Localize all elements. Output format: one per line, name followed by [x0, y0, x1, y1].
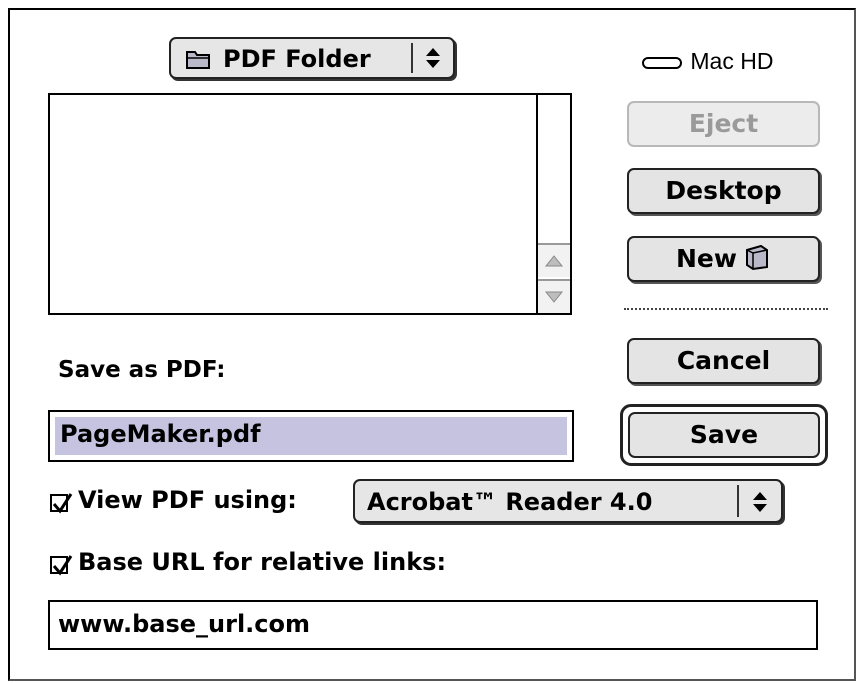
cancel-button[interactable]: Cancel: [627, 338, 820, 384]
popup-separator: [411, 43, 413, 73]
updown-arrows-icon: [419, 45, 447, 71]
eject-button[interactable]: Eject: [627, 101, 820, 147]
checkmark-icon: [52, 555, 73, 576]
new-folder-icon: [737, 238, 771, 280]
save-button[interactable]: Save: [628, 412, 820, 458]
base-url-label: Base URL for relative links:: [78, 548, 447, 576]
file-list[interactable]: [48, 93, 572, 315]
divider: [624, 308, 828, 310]
desktop-button-label: Desktop: [665, 176, 782, 205]
cancel-button-label: Cancel: [676, 346, 771, 375]
view-pdf-label: View PDF using:: [78, 486, 297, 514]
hard-drive-icon: [642, 48, 690, 74]
desktop-button[interactable]: Desktop: [627, 168, 820, 214]
viewer-app-popup[interactable]: Acrobat™ Reader 4.0: [353, 479, 783, 523]
base-url-value: www.base_url.com: [58, 610, 311, 638]
base-url-input[interactable]: www.base_url.com: [48, 600, 818, 650]
filename-input[interactable]: PageMaker.pdf: [48, 410, 574, 462]
folder-popup-label: PDF Folder: [223, 45, 371, 73]
save-as-label: Save as PDF:: [58, 357, 226, 383]
drive-label: Mac HD: [642, 48, 773, 75]
viewer-app-value: Acrobat™ Reader 4.0: [367, 488, 653, 516]
popup-separator: [737, 485, 739, 517]
eject-button-label: Eject: [688, 109, 759, 138]
checkmark-icon: [52, 493, 73, 514]
new-button-label: New: [676, 244, 737, 273]
new-folder-button[interactable]: New: [627, 236, 820, 282]
scroll-down-button[interactable]: [538, 279, 570, 313]
folder-popup-menu[interactable]: PDF Folder: [169, 37, 455, 79]
vertical-scrollbar[interactable]: [536, 95, 570, 313]
scroll-up-button[interactable]: [538, 243, 570, 277]
save-button-label: Save: [689, 420, 759, 449]
updown-arrows-icon: [747, 489, 773, 519]
view-pdf-checkbox[interactable]: [50, 493, 73, 514]
folder-icon: [185, 47, 213, 71]
filename-value: PageMaker.pdf: [60, 420, 261, 448]
drive-name: Mac HD: [690, 48, 774, 74]
save-pdf-dialog: PDF Folder Mac HD Eject Desktop New Canc…: [8, 8, 856, 681]
base-url-checkbox[interactable]: [50, 555, 73, 576]
